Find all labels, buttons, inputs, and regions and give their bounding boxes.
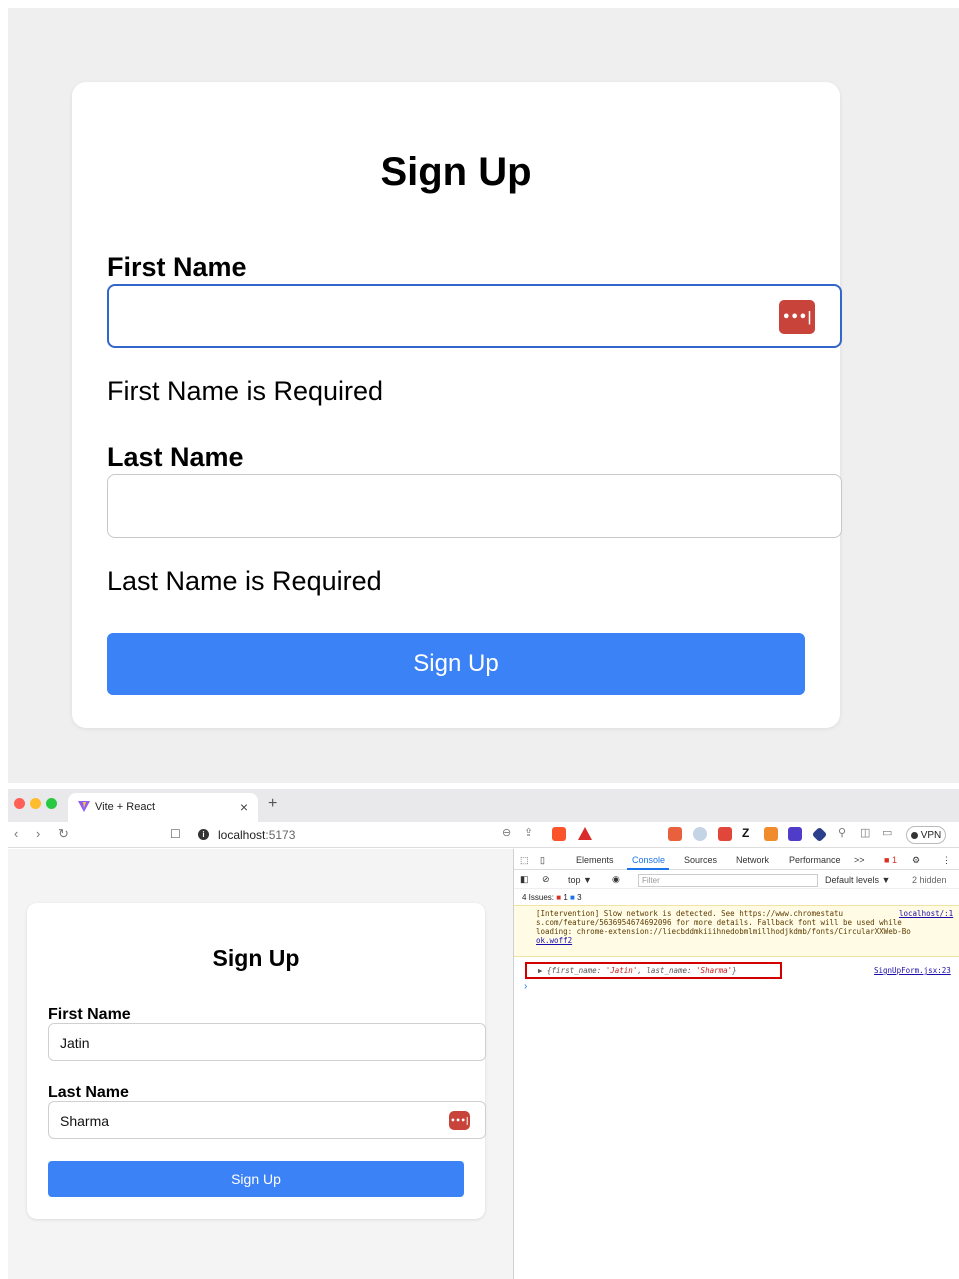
live-expression-eye-icon[interactable]: ◉	[612, 874, 620, 885]
console-warning-message: [Intervention] Slow network is detected.…	[514, 905, 959, 957]
tab-console[interactable]: Console	[632, 855, 665, 865]
context-selector[interactable]: top ▼	[568, 875, 592, 885]
last-name-input[interactable]	[107, 474, 842, 538]
settings-gear-icon[interactable]: ⚙	[912, 855, 920, 866]
first-name-value: Jatin	[60, 1035, 90, 1051]
sidebar-icon[interactable]: ◫	[860, 826, 870, 839]
back-icon[interactable]: ‹	[14, 826, 18, 841]
page-title: Sign Up	[212, 945, 300, 971]
warning-source-link[interactable]: localhost/:1	[899, 909, 954, 918]
maximize-window-icon[interactable]	[46, 798, 57, 809]
warning-line-1: [Intervention] Slow network is detected.…	[536, 909, 844, 918]
issues-count-badge[interactable]: ■ 1	[884, 855, 897, 865]
vpn-button[interactable]: VPN	[906, 826, 946, 844]
extension-z-icon[interactable]: Z	[742, 826, 749, 840]
site-info-icon[interactable]: i	[198, 829, 209, 840]
first-name-input[interactable]: Jatin	[48, 1023, 486, 1061]
password-manager-icon[interactable]: •••|	[779, 300, 815, 334]
zoom-icon[interactable]: ⊖	[502, 826, 511, 839]
vite-logo-icon	[78, 801, 90, 812]
first-name-label: First Name	[107, 252, 247, 282]
close-window-icon[interactable]	[14, 798, 25, 809]
extension-7-icon[interactable]	[811, 826, 828, 843]
tab-title: Vite + React	[95, 801, 156, 813]
log-object-text[interactable]: ▶ {first_name: 'Jatin', last_name: 'Shar…	[538, 966, 737, 975]
device-toolbar-icon[interactable]: ▯	[540, 855, 545, 866]
address-bar[interactable]: ☐ i localhost:5173	[168, 825, 498, 845]
brave-rewards-icon[interactable]	[578, 827, 592, 840]
warning-line-3: loading: chrome-extension://liecbddmkiii…	[536, 927, 911, 936]
console-filter-input[interactable]: Filter	[638, 874, 818, 887]
extension-6-icon[interactable]	[788, 827, 802, 841]
reload-icon[interactable]: ↻	[58, 826, 69, 842]
url-text: localhost:5173	[218, 828, 296, 842]
devtools-panel: ⬚ ▯ Elements Console Sources Network Per…	[513, 849, 959, 1279]
inspect-element-icon[interactable]: ⬚	[520, 855, 529, 866]
tab-vite-react[interactable]: Vite + React ×	[68, 793, 258, 822]
warning-line-2: s.com/feature/5636954674692096 for more …	[536, 918, 902, 927]
last-name-error: Last Name is Required	[107, 566, 382, 596]
minimize-window-icon[interactable]	[30, 798, 41, 809]
last-name-label: Last Name	[107, 442, 244, 472]
extension-1-icon[interactable]	[668, 827, 682, 841]
warning-line-4[interactable]: ok.woff2	[536, 936, 572, 945]
more-options-icon[interactable]: ⋮	[942, 855, 951, 866]
tab-performance[interactable]: Performance	[789, 855, 841, 865]
extension-5-icon[interactable]	[764, 827, 778, 841]
signup-card: Sign Up First Name •••| First Name is Re…	[72, 82, 842, 728]
last-name-label: Last Name	[48, 1084, 129, 1101]
active-tab-indicator	[627, 868, 669, 870]
extension-3-icon[interactable]	[718, 827, 732, 841]
browser-toolbar: ‹ › ↻ ☐ i localhost:5173 ⊖ ⇪ Z ⚲ ◫ ▭ VPN	[8, 822, 959, 848]
vpn-icon	[910, 831, 918, 839]
tab-strip: Vite + React × +	[8, 789, 959, 822]
bookmark-icon[interactable]: ☐	[170, 827, 181, 841]
share-icon[interactable]: ⇪	[524, 826, 533, 839]
issues-summary[interactable]: 4 Issues: ■ 1 ■ 3	[522, 893, 582, 902]
wallet-icon[interactable]: ▭	[882, 826, 892, 839]
new-tab-button[interactable]: +	[268, 795, 277, 813]
page-title: Sign Up	[380, 150, 532, 194]
more-tabs-button[interactable]: >>	[854, 855, 865, 865]
first-name-label: First Name	[48, 1006, 131, 1023]
console-filter-bar: ◧ ⊘ top ▼ ◉ Filter Default levels ▼ 2 hi…	[514, 871, 959, 889]
console-prompt[interactable]: ›	[524, 981, 527, 992]
tab-elements[interactable]: Elements	[576, 855, 614, 865]
top-screenshot-panel: Sign Up First Name •••| First Name is Re…	[8, 8, 959, 783]
signup-card: Sign Up First Name Jatin Last Name Sharm…	[27, 903, 486, 1219]
page-viewport: Sign Up First Name Jatin Last Name Sharm…	[8, 849, 513, 1279]
first-name-input[interactable]: •••|	[107, 284, 842, 348]
log-levels-dropdown[interactable]: Default levels ▼	[825, 875, 890, 885]
sidebar-toggle-icon[interactable]: ◧	[520, 874, 529, 885]
first-name-error: First Name is Required	[107, 376, 384, 406]
sign-up-button[interactable]: Sign Up	[48, 1161, 464, 1197]
sign-up-button[interactable]: Sign Up	[107, 633, 805, 695]
browser-window: Vite + React × + ‹ › ↻ ☐ i localhost:517…	[8, 789, 959, 1279]
devtools-tabbar: ⬚ ▯ Elements Console Sources Network Per…	[514, 849, 959, 870]
extensions-puzzle-icon[interactable]: ⚲	[838, 826, 846, 839]
password-manager-icon[interactable]: •••|	[449, 1111, 470, 1130]
tab-sources[interactable]: Sources	[684, 855, 717, 865]
hidden-count: 2 hidden	[912, 875, 947, 885]
forward-icon[interactable]: ›	[36, 826, 40, 841]
brave-shield-icon[interactable]	[552, 827, 566, 841]
last-name-value: Sharma	[60, 1113, 110, 1129]
close-tab-icon[interactable]: ×	[240, 799, 248, 815]
extension-2-icon[interactable]	[693, 827, 707, 841]
tab-network[interactable]: Network	[736, 855, 769, 865]
clear-console-icon[interactable]: ⊘	[542, 874, 550, 885]
log-source-link[interactable]: SignUpForm.jsx:23	[874, 966, 951, 975]
last-name-input[interactable]: Sharma •••|	[48, 1101, 486, 1139]
console-log-entry: ▶ {first_name: 'Jatin', last_name: 'Shar…	[514, 958, 959, 979]
